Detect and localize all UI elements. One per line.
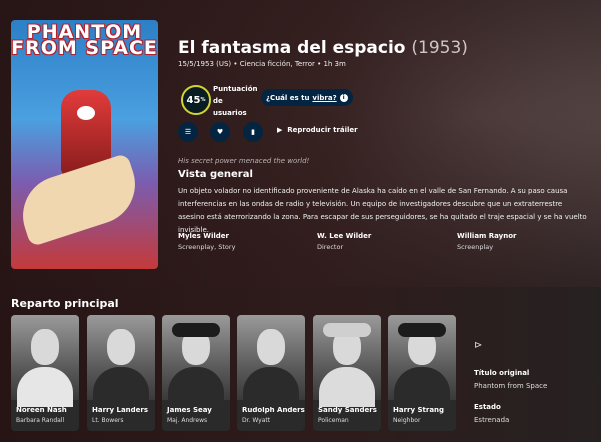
- movie-title-text: El fantasma del espacio: [178, 38, 406, 58]
- overview-heading: Vista general: [178, 169, 253, 180]
- favorite-button[interactable]: ♥: [210, 122, 230, 142]
- movie-facts: 15/5/1953 (US) • Ciencia ficción, Terror…: [178, 60, 346, 68]
- play-icon: ▶: [277, 126, 283, 134]
- info-icon: i: [339, 93, 348, 102]
- status-value: Estrenada: [474, 416, 510, 424]
- watchlist-button[interactable]: ▮: [243, 122, 263, 142]
- crew-role: Screenplay, Story: [178, 243, 236, 251]
- movie-title: El fantasma del espacio (1953): [178, 38, 468, 58]
- score-label-line1: Puntuación: [213, 85, 258, 93]
- movie-poster[interactable]: PHANTOM FROM SPACE: [11, 20, 158, 269]
- heart-icon: ♥: [216, 128, 224, 136]
- crew-role: Screenplay: [457, 243, 494, 251]
- vibe-button[interactable]: ¿Cuál es tu vibra? i: [261, 89, 353, 106]
- cast-photo: [162, 315, 230, 407]
- cast-photo: [237, 315, 305, 407]
- cast-card[interactable]: Sandy Sanders Policeman: [313, 315, 381, 431]
- status-label: Estado: [474, 403, 501, 411]
- cast-character: Lt. Bowers: [92, 417, 124, 424]
- cast-card[interactable]: Noreen Nash Barbara Randall: [11, 315, 79, 431]
- list-icon: ☰: [184, 128, 192, 136]
- play-trailer-button[interactable]: ▶ Reproducir tráiler: [277, 126, 358, 134]
- bookmark-icon: ▮: [251, 128, 255, 136]
- cast-character: Dr. Wyatt: [242, 417, 271, 424]
- cast-heading: Reparto principal: [11, 297, 119, 310]
- share-icon[interactable]: ⊳: [474, 340, 482, 351]
- cast-card[interactable]: James Seay Maj. Andrews: [162, 315, 230, 431]
- add-to-list-button[interactable]: ☰: [178, 122, 198, 142]
- cast-card[interactable]: Harry Strang Neighbor: [388, 315, 456, 431]
- cast-character: Barbara Randall: [16, 417, 65, 424]
- cast-photo: [87, 315, 155, 407]
- cast-photo: [11, 315, 79, 407]
- original-title-label: Título original: [474, 369, 530, 377]
- crew-name[interactable]: Myles Wilder: [178, 232, 298, 240]
- cast-character: Policeman: [318, 417, 349, 424]
- cast-character: Neighbor: [393, 417, 421, 424]
- crew-member: Myles Wilder Screenplay, Story: [178, 232, 298, 251]
- original-title-value: Phantom from Space: [474, 382, 548, 390]
- user-score-value: 45: [186, 94, 201, 106]
- user-score-label: Puntuación de usuarios: [213, 83, 258, 119]
- score-label-line2: de: [213, 97, 223, 105]
- poster-robot-eye: [77, 106, 95, 120]
- crew-name[interactable]: William Raynor: [457, 232, 577, 240]
- crew-member: William Raynor Screenplay: [457, 232, 577, 251]
- overview-text: Un objeto volador no identificado proven…: [178, 187, 587, 234]
- crew-role: Director: [317, 243, 344, 251]
- cast-card[interactable]: Harry Landers Lt. Bowers: [87, 315, 155, 431]
- cast-character: Maj. Andrews: [167, 417, 208, 424]
- vibe-prefix: ¿Cuál es tu: [266, 93, 310, 102]
- vibe-link[interactable]: vibra?: [312, 94, 336, 102]
- cast-photo: [313, 315, 381, 407]
- percent-sign: %: [200, 97, 206, 103]
- cast-card[interactable]: Rudolph Anders Dr. Wyatt: [237, 315, 305, 431]
- crew-member: W. Lee Wilder Director: [317, 232, 437, 251]
- cast-photo: [388, 315, 456, 407]
- play-trailer-label: Reproducir tráiler: [287, 126, 358, 134]
- tagline: His secret power menaced the world!: [178, 157, 310, 165]
- movie-year: (1953): [411, 38, 468, 58]
- poster-title-art: PHANTOM FROM SPACE: [11, 21, 158, 59]
- crew-name[interactable]: W. Lee Wilder: [317, 232, 437, 240]
- user-score-badge[interactable]: 45%: [181, 85, 211, 115]
- score-label-line3: usuarios: [213, 109, 247, 117]
